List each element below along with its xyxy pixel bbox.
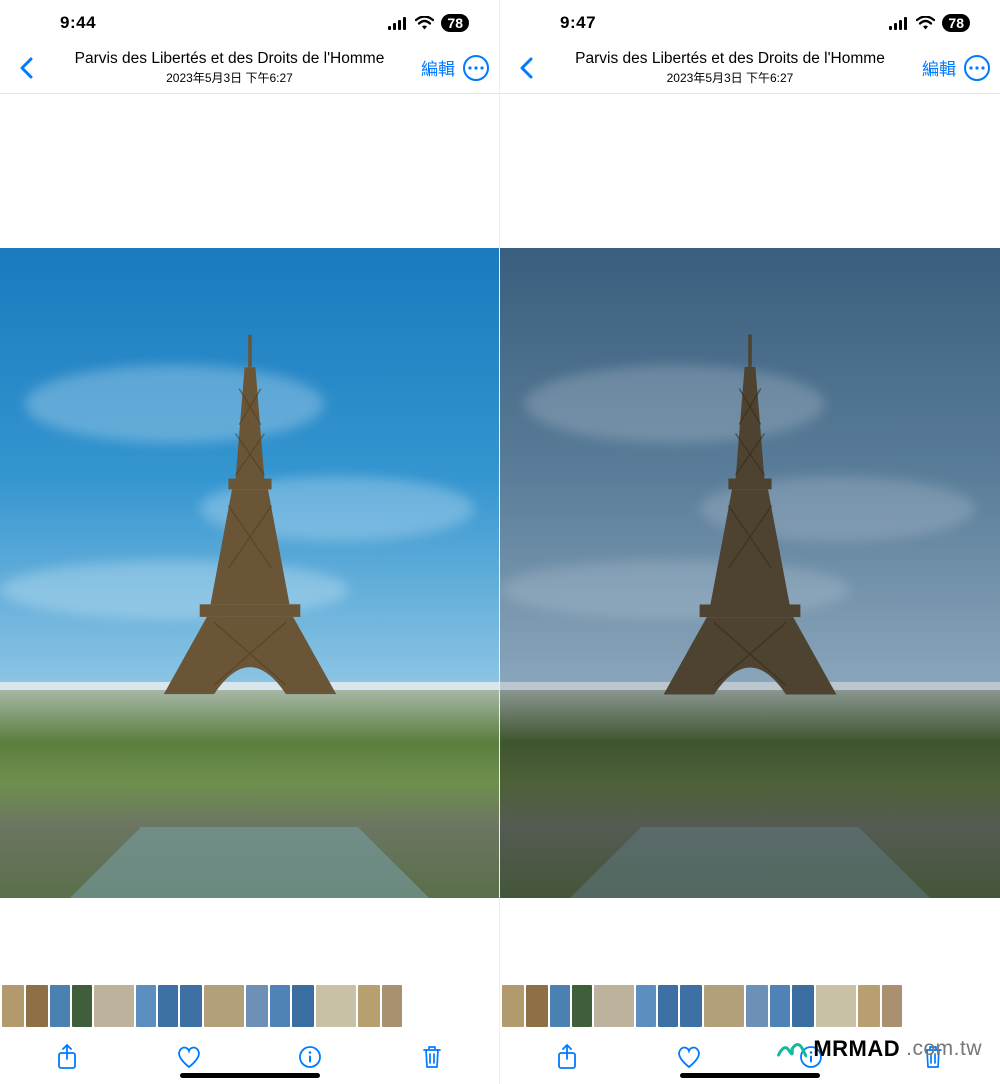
nav-title-wrap: Parvis des Libertés et des Droits de l'H…: [42, 50, 417, 86]
thumbnail[interactable]: [550, 985, 570, 1027]
home-indicator[interactable]: [680, 1073, 820, 1078]
thumbnail[interactable]: [72, 985, 92, 1027]
thumbnail[interactable]: [158, 985, 178, 1027]
share-icon: [56, 1044, 78, 1070]
status-icons: 78: [388, 14, 469, 32]
thumbnail[interactable]: [2, 985, 24, 1027]
thumbnail[interactable]: [26, 985, 48, 1027]
thumbnail[interactable]: [136, 985, 156, 1027]
edit-button[interactable]: 編輯: [922, 55, 956, 80]
back-button[interactable]: [510, 57, 542, 79]
ellipsis-icon: [969, 66, 985, 70]
home-indicator[interactable]: [180, 1073, 320, 1078]
edit-button[interactable]: 編輯: [421, 55, 455, 80]
share-icon: [556, 1044, 578, 1070]
status-icons: 78: [889, 14, 970, 32]
wifi-icon: [916, 16, 935, 30]
chevron-left-icon: [519, 57, 533, 79]
photo-viewer[interactable]: [500, 94, 1000, 982]
more-button[interactable]: [463, 55, 489, 81]
thumbnail[interactable]: [502, 985, 524, 1027]
thumbnail[interactable]: [816, 985, 856, 1027]
ellipsis-icon: [468, 66, 484, 70]
nav-title: Parvis des Libertés et des Droits de l'H…: [542, 50, 918, 68]
share-button[interactable]: [47, 1041, 87, 1073]
photo-viewer[interactable]: [0, 94, 499, 982]
status-time: 9:47: [560, 13, 596, 33]
watermark-logo-icon: [777, 1038, 807, 1060]
thumbnail[interactable]: [50, 985, 70, 1027]
thumbnail[interactable]: [358, 985, 380, 1027]
thumbnail-strip[interactable]: [0, 982, 499, 1030]
chevron-left-icon: [19, 57, 33, 79]
thumbnail-strip[interactable]: [500, 982, 1000, 1030]
wifi-icon: [415, 16, 434, 30]
nav-bar: Parvis des Libertés et des Droits de l'H…: [500, 46, 1000, 94]
thumbnail[interactable]: [180, 985, 202, 1027]
thumbnail[interactable]: [636, 985, 656, 1027]
heart-icon: [176, 1045, 202, 1069]
thumbnail[interactable]: [246, 985, 268, 1027]
thumbnail[interactable]: [94, 985, 134, 1027]
watermark: MRMAD.com.tw: [777, 1036, 982, 1062]
status-bar: 9:47 78: [500, 0, 1000, 46]
photo-original: [0, 248, 499, 898]
thumbnail[interactable]: [204, 985, 244, 1027]
trash-icon: [421, 1044, 443, 1070]
nav-subtitle: 2023年5月3日 下午6:27: [42, 69, 417, 86]
info-button[interactable]: [290, 1041, 330, 1073]
nav-title: Parvis des Libertés et des Droits de l'H…: [42, 50, 417, 68]
screenshot-right: 9:47 78 Parvis des Libertés et des Droit…: [500, 0, 1000, 1084]
thumbnail[interactable]: [680, 985, 702, 1027]
battery-indicator: 78: [942, 14, 970, 32]
thumbnail[interactable]: [770, 985, 790, 1027]
thumbnail[interactable]: [316, 985, 356, 1027]
thumbnail[interactable]: [746, 985, 768, 1027]
thumbnail[interactable]: [270, 985, 290, 1027]
status-bar: 9:44 78: [0, 0, 499, 46]
battery-indicator: 78: [441, 14, 469, 32]
watermark-bold: MRMAD: [813, 1036, 900, 1062]
nav-bar: Parvis des Libertés et des Droits de l'H…: [0, 46, 499, 94]
thumbnail[interactable]: [382, 985, 402, 1027]
thumbnail[interactable]: [572, 985, 592, 1027]
cellular-icon: [388, 17, 408, 30]
thumbnail[interactable]: [526, 985, 548, 1027]
back-button[interactable]: [10, 57, 42, 79]
thumbnail[interactable]: [594, 985, 634, 1027]
thumbnail[interactable]: [658, 985, 678, 1027]
watermark-rest: .com.tw: [906, 1037, 982, 1061]
thumbnail[interactable]: [858, 985, 880, 1027]
heart-icon: [676, 1045, 702, 1069]
cellular-icon: [889, 17, 909, 30]
thumbnail[interactable]: [882, 985, 902, 1027]
favorite-button[interactable]: [169, 1041, 209, 1073]
share-button[interactable]: [547, 1041, 587, 1073]
photo-edited: [500, 248, 1000, 898]
screenshot-left: 9:44 78 Parvis des Libertés et des Droit…: [0, 0, 500, 1084]
delete-button[interactable]: [412, 1041, 452, 1073]
more-button[interactable]: [964, 55, 990, 81]
info-icon: [298, 1045, 322, 1069]
thumbnail[interactable]: [792, 985, 814, 1027]
thumbnail[interactable]: [292, 985, 314, 1027]
nav-title-wrap: Parvis des Libertés et des Droits de l'H…: [542, 50, 918, 86]
thumbnail[interactable]: [704, 985, 744, 1027]
favorite-button[interactable]: [669, 1041, 709, 1073]
status-time: 9:44: [60, 13, 96, 33]
nav-subtitle: 2023年5月3日 下午6:27: [542, 69, 918, 86]
